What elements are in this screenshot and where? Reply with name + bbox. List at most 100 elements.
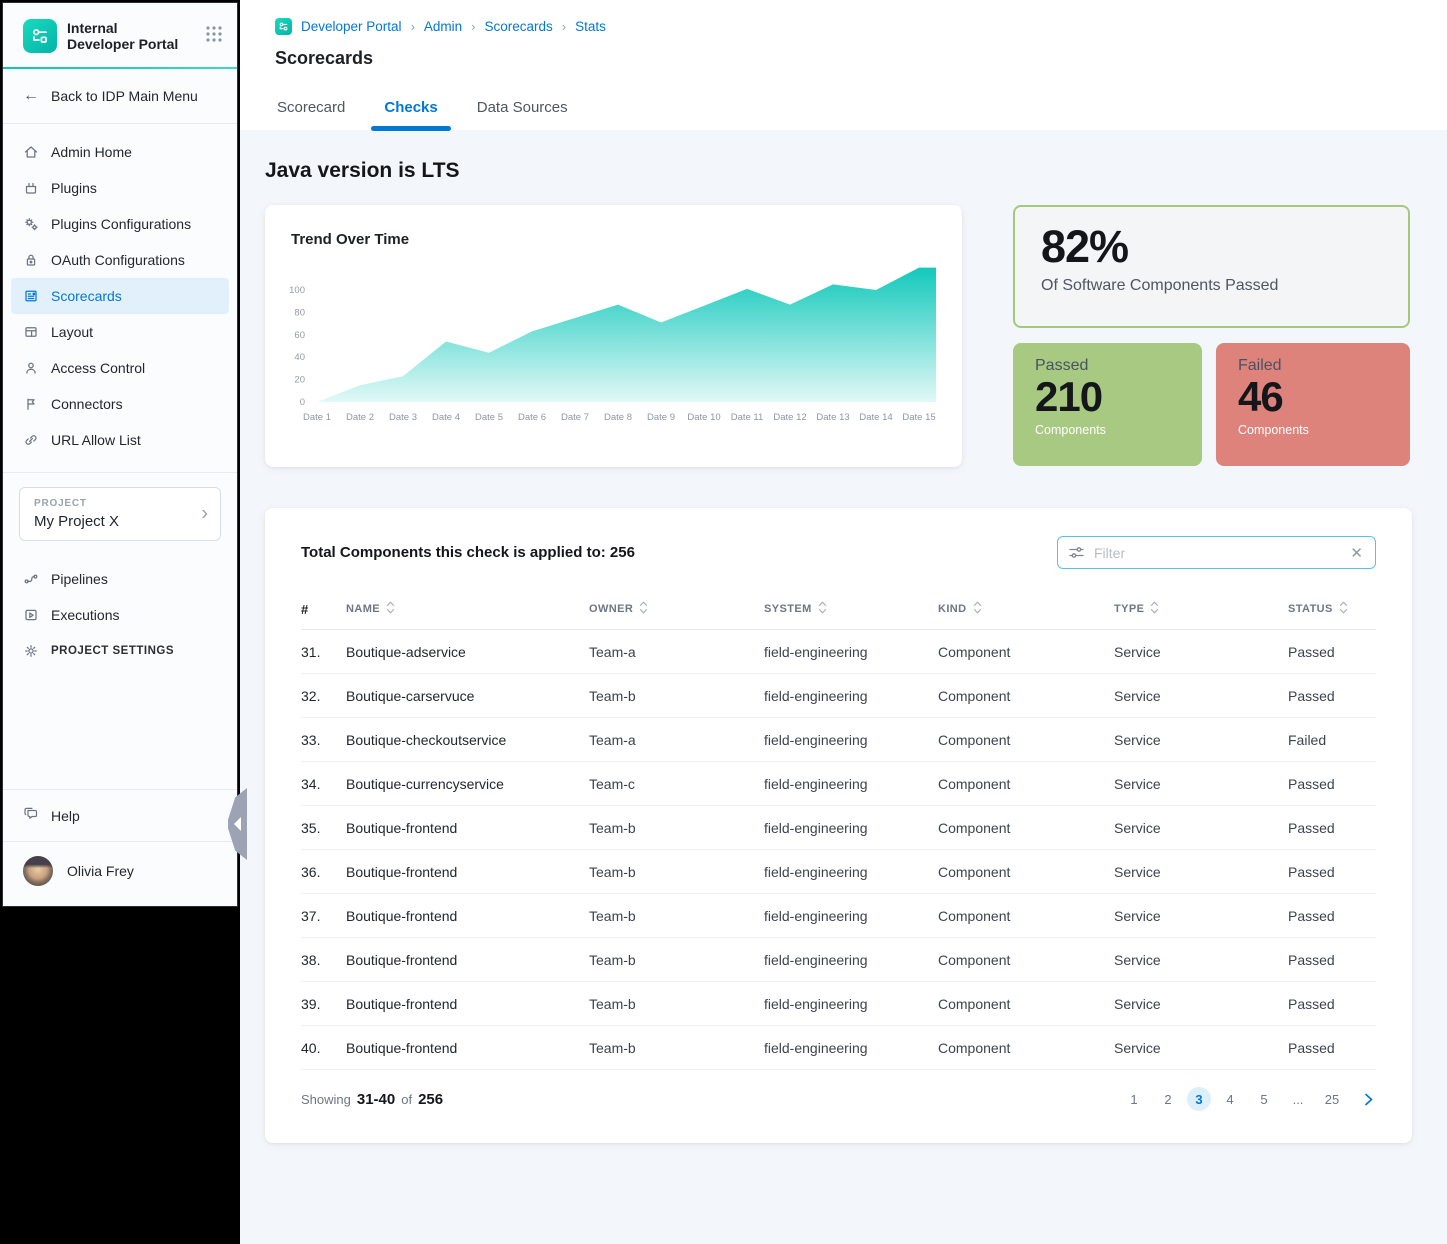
svg-text:Date 12: Date 12 xyxy=(773,412,806,423)
page-3[interactable]: 3 xyxy=(1187,1087,1211,1111)
page-header: Developer Portal›Admin›Scorecards›Stats … xyxy=(240,0,1447,130)
cell-status: Passed xyxy=(1288,850,1376,894)
table-row[interactable]: 31.Boutique-adserviceTeam-afield-enginee… xyxy=(301,630,1376,674)
sidebar-item-connectors[interactable]: Connectors xyxy=(11,386,229,422)
passed-card: Passed 210 Components xyxy=(1013,343,1202,466)
nav-label: Scorecards xyxy=(51,288,122,304)
page-title: Scorecards xyxy=(275,48,1423,69)
chart-title: Trend Over Time xyxy=(291,231,936,248)
components-table: #NAMEOWNERSYSTEMKINDTYPESTATUS31.Boutiqu… xyxy=(301,595,1376,1070)
percent-passed-card: 82% Of Software Components Passed xyxy=(1013,205,1410,328)
cell-owner: Team-b xyxy=(589,938,764,982)
sidebar-item-oauth-configurations[interactable]: OAuth Configurations xyxy=(11,242,229,278)
svg-text:Date 9: Date 9 xyxy=(647,412,675,423)
page-4[interactable]: 4 xyxy=(1215,1087,1245,1111)
cell-num: 37. xyxy=(301,894,346,938)
cell-num: 32. xyxy=(301,674,346,718)
table-row[interactable]: 38.Boutique-frontendTeam-bfield-engineer… xyxy=(301,938,1376,982)
next-page-chevron-icon[interactable] xyxy=(1361,1092,1376,1107)
page-5[interactable]: 5 xyxy=(1249,1087,1279,1111)
tab-checks[interactable]: Checks xyxy=(382,99,439,130)
cell-status: Failed xyxy=(1288,718,1376,762)
cell-num: 39. xyxy=(301,982,346,1026)
sidebar-item-executions[interactable]: Executions xyxy=(11,597,229,633)
cell-kind: Component xyxy=(938,674,1114,718)
column-header-kind[interactable]: KIND xyxy=(938,595,1114,630)
sidebar-item-help[interactable]: Help xyxy=(3,789,237,841)
table-row[interactable]: 39.Boutique-frontendTeam-bfield-engineer… xyxy=(301,982,1376,1026)
cell-kind: Component xyxy=(938,762,1114,806)
svg-text:0: 0 xyxy=(300,397,305,408)
nav-label: Executions xyxy=(51,607,119,623)
cell-system: field-engineering xyxy=(764,674,938,718)
filter-input[interactable] xyxy=(1094,545,1348,561)
sidebar-item-scorecards[interactable]: Scorecards xyxy=(11,278,229,314)
apps-grid-icon[interactable] xyxy=(205,25,223,48)
table-row[interactable]: 33.Boutique-checkoutserviceTeam-afield-e… xyxy=(301,718,1376,762)
sidebar-item-pipelines[interactable]: Pipelines xyxy=(11,561,229,597)
sidebar-item-plugins[interactable]: Plugins xyxy=(11,170,229,206)
column-header-owner[interactable]: OWNER xyxy=(589,595,764,630)
sidebar-item-layout[interactable]: Layout xyxy=(11,314,229,350)
of-label: of xyxy=(401,1092,412,1107)
cell-name: Boutique-frontend xyxy=(346,850,589,894)
cell-num: 36. xyxy=(301,850,346,894)
sidebar-item-admin-home[interactable]: Admin Home xyxy=(11,134,229,170)
sidebar-item-plugins-configurations[interactable]: Plugins Configurations xyxy=(11,206,229,242)
cell-name: Boutique-frontend xyxy=(346,982,589,1026)
table-row[interactable]: 40.Boutique-frontendTeam-bfield-engineer… xyxy=(301,1026,1376,1070)
table-row[interactable]: 37.Boutique-frontendTeam-bfield-engineer… xyxy=(301,894,1376,938)
table-row[interactable]: 34.Boutique-currencyserviceTeam-cfield-e… xyxy=(301,762,1376,806)
column-header-type[interactable]: TYPE xyxy=(1114,595,1288,630)
breadcrumb-stats[interactable]: Stats xyxy=(575,19,606,34)
trend-chart-card: Trend Over Time 020406080100Date 1Date 2… xyxy=(265,205,962,467)
nav-label: Plugins xyxy=(51,180,97,196)
showing-range: 31-40 xyxy=(357,1091,395,1108)
svg-text:Date 3: Date 3 xyxy=(389,412,417,423)
cell-type: Service xyxy=(1114,982,1288,1026)
passed-value: 210 xyxy=(1035,375,1180,419)
nav-label: Plugins Configurations xyxy=(51,216,191,232)
breadcrumb-separator: › xyxy=(471,19,475,34)
cell-status: Passed xyxy=(1288,806,1376,850)
sidebar-item-url-allow-list[interactable]: URL Allow List xyxy=(11,422,229,458)
breadcrumb-developer-portal[interactable]: Developer Portal xyxy=(301,19,402,34)
page-2[interactable]: 2 xyxy=(1153,1087,1183,1111)
page-25[interactable]: 25 xyxy=(1317,1087,1347,1111)
column-header-system[interactable]: SYSTEM xyxy=(764,595,938,630)
column-header-name[interactable]: NAME xyxy=(346,595,589,630)
cell-system: field-engineering xyxy=(764,806,938,850)
sort-icon xyxy=(1339,601,1348,617)
sidebar-nav-admin: Admin Home Plugins Plugins Configurations O… xyxy=(3,124,237,458)
user-profile[interactable]: Olivia Frey xyxy=(3,841,237,906)
sidebar-item-project-settings[interactable]: PROJECT SETTINGS xyxy=(11,633,229,669)
table-row[interactable]: 36.Boutique-frontendTeam-bfield-engineer… xyxy=(301,850,1376,894)
breadcrumb-scorecards[interactable]: Scorecards xyxy=(485,19,553,34)
cell-type: Service xyxy=(1114,850,1288,894)
svg-text:Date 6: Date 6 xyxy=(518,412,546,423)
sidebar-item-access-control[interactable]: Access Control xyxy=(11,350,229,386)
table-row[interactable]: 35.Boutique-frontendTeam-bfield-engineer… xyxy=(301,806,1376,850)
breadcrumb-separator: › xyxy=(411,19,415,34)
svg-text:Date 11: Date 11 xyxy=(731,412,764,423)
cell-status: Passed xyxy=(1288,1026,1376,1070)
tab-scorecard[interactable]: Scorecard xyxy=(275,99,347,130)
sidebar: Internal Developer Portal ← Back to IDP … xyxy=(3,3,237,906)
components-table-card: Total Components this check is applied t… xyxy=(265,508,1412,1143)
page-1[interactable]: 1 xyxy=(1119,1087,1149,1111)
help-chat-icon xyxy=(23,806,39,825)
breadcrumb-admin[interactable]: Admin xyxy=(424,19,462,34)
showing-label: Showing xyxy=(301,1092,351,1107)
back-to-idp-main-menu[interactable]: ← Back to IDP Main Menu xyxy=(3,69,237,124)
column-header-status[interactable]: STATUS xyxy=(1288,595,1376,630)
cell-status: Passed xyxy=(1288,938,1376,982)
filter-close-icon[interactable]: ✕ xyxy=(1348,544,1365,562)
project-selector[interactable]: PROJECT My Project X › xyxy=(19,487,221,541)
cell-system: field-engineering xyxy=(764,982,938,1026)
tab-data-sources[interactable]: Data Sources xyxy=(475,99,570,130)
svg-text:40: 40 xyxy=(294,352,305,363)
table-row[interactable]: 32.Boutique-carservuceTeam-bfield-engine… xyxy=(301,674,1376,718)
sort-icon xyxy=(1150,601,1159,617)
layout-icon xyxy=(23,324,39,340)
cell-owner: Team-b xyxy=(589,982,764,1026)
